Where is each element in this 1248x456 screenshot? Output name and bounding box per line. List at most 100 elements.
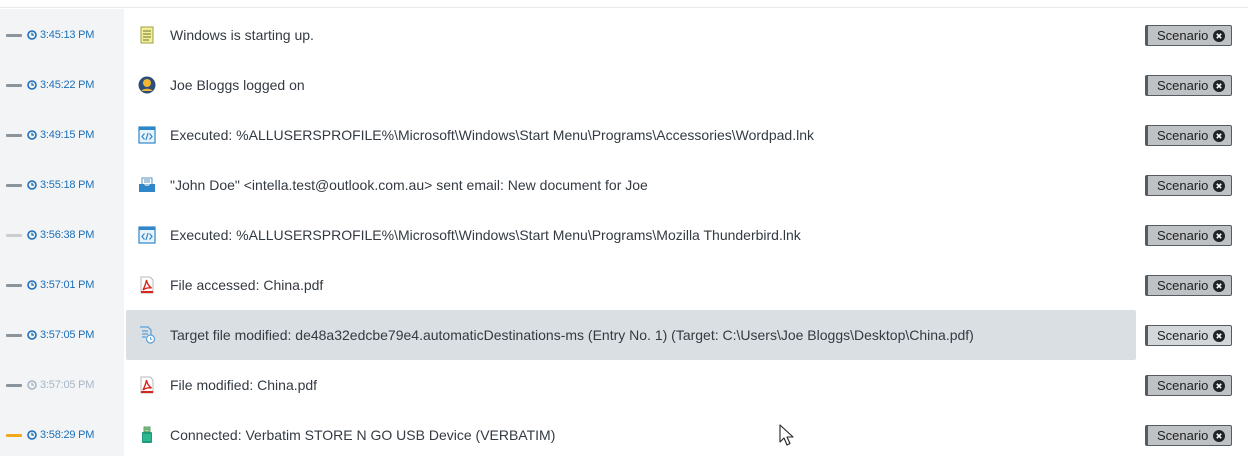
event-entry[interactable]: "John Doe" <intella.test@outlook.com.au>… xyxy=(126,160,1248,210)
event-entry[interactable]: Connected: Verbatim STORE N GO USB Devic… xyxy=(126,410,1248,456)
event-entry[interactable]: Executed: %ALLUSERSPROFILE%\Microsoft\Wi… xyxy=(126,110,1248,160)
code-icon xyxy=(138,226,156,244)
event-row[interactable]: 3:56:38 PM Executed: %ALLUSERSPROFILE%\M… xyxy=(0,210,1248,260)
scenario-tag-label: Scenario xyxy=(1157,28,1209,43)
timeline-tick xyxy=(6,383,22,387)
remove-tag-icon[interactable] xyxy=(1213,279,1226,292)
event-row-selected[interactable]: 3:57:05 PM Target file modified: de48a32… xyxy=(0,310,1248,360)
remove-tag-icon[interactable] xyxy=(1213,429,1226,442)
clock-icon xyxy=(27,380,37,390)
event-row[interactable]: 3:58:29 PM Connected: Verbatim STORE N G… xyxy=(0,410,1248,456)
event-time: 3:49:15 PM xyxy=(40,129,95,141)
timeline-tick xyxy=(6,433,22,437)
event-entry[interactable]: Joe Bloggs logged on Scenario xyxy=(126,60,1248,110)
event-time: 3:45:13 PM xyxy=(40,29,95,41)
top-divider xyxy=(0,0,1248,8)
notepad-icon xyxy=(138,26,156,44)
clock-icon xyxy=(27,30,37,40)
clock-icon xyxy=(27,130,37,140)
user-logon-icon xyxy=(138,76,156,94)
timeline-tick xyxy=(6,133,22,137)
clock-icon xyxy=(27,430,37,440)
event-entry[interactable]: Windows is starting up. Scenario xyxy=(126,10,1248,60)
event-entry[interactable]: File modified: China.pdf Scenario xyxy=(126,360,1248,410)
event-description: Connected: Verbatim STORE N GO USB Devic… xyxy=(170,427,556,443)
scenario-tag[interactable]: Scenario xyxy=(1145,325,1233,346)
code-icon xyxy=(138,126,156,144)
scenario-tag[interactable]: Scenario xyxy=(1145,425,1233,446)
timeline-marker: 3:57:01 PM xyxy=(6,260,124,310)
event-description: Windows is starting up. xyxy=(170,27,314,43)
pdf-icon xyxy=(138,376,156,394)
event-row[interactable]: 3:57:05 PM File modified: China.pdf Scen… xyxy=(0,360,1248,410)
remove-tag-icon[interactable] xyxy=(1213,379,1226,392)
event-time: 3:45:22 PM xyxy=(40,79,95,91)
scenario-tag[interactable]: Scenario xyxy=(1145,125,1233,146)
usb-drive-icon xyxy=(138,426,156,444)
clock-icon xyxy=(27,280,37,290)
event-description: File modified: China.pdf xyxy=(170,377,318,393)
remove-tag-icon[interactable] xyxy=(1213,229,1226,242)
timeline-view: 3:45:13 PM Windows is starting up. Scena… xyxy=(0,0,1248,456)
remove-tag-icon[interactable] xyxy=(1213,29,1226,42)
file-history-icon xyxy=(138,326,156,344)
event-time: 3:56:38 PM xyxy=(40,229,95,241)
timeline-marker: 3:45:13 PM xyxy=(6,10,124,60)
event-time: 3:58:29 PM xyxy=(40,429,95,441)
event-time: 3:55:18 PM xyxy=(40,179,95,191)
timeline-marker: 3:49:15 PM xyxy=(6,110,124,160)
event-entry[interactable]: File accessed: China.pdf Scenario xyxy=(126,260,1248,310)
timeline-marker: 3:57:05 PM xyxy=(6,360,124,410)
scenario-tag-label: Scenario xyxy=(1157,428,1209,443)
pdf-icon xyxy=(138,276,156,294)
event-description: Joe Bloggs logged on xyxy=(170,77,305,93)
remove-tag-icon[interactable] xyxy=(1213,179,1226,192)
clock-icon xyxy=(27,330,37,340)
scenario-tag[interactable]: Scenario xyxy=(1145,175,1233,196)
clock-icon xyxy=(27,180,37,190)
event-row[interactable]: 3:49:15 PM Executed: %ALLUSERSPROFILE%\M… xyxy=(0,110,1248,160)
scenario-tag[interactable]: Scenario xyxy=(1145,375,1233,396)
scenario-tag[interactable]: Scenario xyxy=(1145,75,1233,96)
clock-icon xyxy=(27,80,37,90)
scenario-tag-label: Scenario xyxy=(1157,78,1209,93)
email-inbox-icon xyxy=(138,176,156,194)
event-row[interactable]: 3:55:18 PM "John Doe" <intella.test@outl… xyxy=(0,160,1248,210)
timeline-marker: 3:56:38 PM xyxy=(6,210,124,260)
remove-tag-icon[interactable] xyxy=(1213,79,1226,92)
event-row[interactable]: 3:45:22 PM Joe Bloggs logged on Scenario xyxy=(0,60,1248,110)
timeline-marker: 3:57:05 PM xyxy=(6,310,124,360)
event-description: Executed: %ALLUSERSPROFILE%\Microsoft\Wi… xyxy=(170,127,814,143)
event-description: Target file modified: de48a32edcbe79e4.a… xyxy=(170,327,974,343)
event-description: Executed: %ALLUSERSPROFILE%\Microsoft\Wi… xyxy=(170,227,801,243)
scenario-tag-label: Scenario xyxy=(1157,328,1209,343)
remove-tag-icon[interactable] xyxy=(1213,129,1226,142)
event-list: 3:45:13 PM Windows is starting up. Scena… xyxy=(0,10,1248,456)
event-entry[interactable]: Executed: %ALLUSERSPROFILE%\Microsoft\Wi… xyxy=(126,210,1248,260)
event-description: "John Doe" <intella.test@outlook.com.au>… xyxy=(170,177,648,193)
scenario-tag-label: Scenario xyxy=(1157,228,1209,243)
timeline-marker: 3:45:22 PM xyxy=(6,60,124,110)
event-time: 3:57:01 PM xyxy=(40,279,95,291)
mouse-cursor-icon xyxy=(779,424,794,446)
scenario-tag-label: Scenario xyxy=(1157,278,1209,293)
event-description: File accessed: China.pdf xyxy=(170,277,324,293)
event-time: 3:57:05 PM xyxy=(40,329,95,341)
scenario-tag-label: Scenario xyxy=(1157,128,1209,143)
timeline-marker: 3:55:18 PM xyxy=(6,160,124,210)
event-row[interactable]: 3:45:13 PM Windows is starting up. Scena… xyxy=(0,10,1248,60)
event-row[interactable]: 3:57:01 PM File accessed: China.pdf Scen… xyxy=(0,260,1248,310)
scenario-tag-label: Scenario xyxy=(1157,378,1209,393)
event-entry[interactable]: Target file modified: de48a32edcbe79e4.a… xyxy=(126,310,1248,360)
timeline-tick xyxy=(6,183,22,187)
timeline-tick xyxy=(6,333,22,337)
timeline-tick xyxy=(6,83,22,87)
timeline-tick xyxy=(6,33,22,37)
clock-icon xyxy=(27,230,37,240)
timeline-marker: 3:58:29 PM xyxy=(6,410,124,456)
remove-tag-icon[interactable] xyxy=(1213,329,1226,342)
event-time: 3:57:05 PM xyxy=(40,379,95,391)
scenario-tag[interactable]: Scenario xyxy=(1145,25,1233,46)
scenario-tag[interactable]: Scenario xyxy=(1145,225,1233,246)
scenario-tag[interactable]: Scenario xyxy=(1145,275,1233,296)
